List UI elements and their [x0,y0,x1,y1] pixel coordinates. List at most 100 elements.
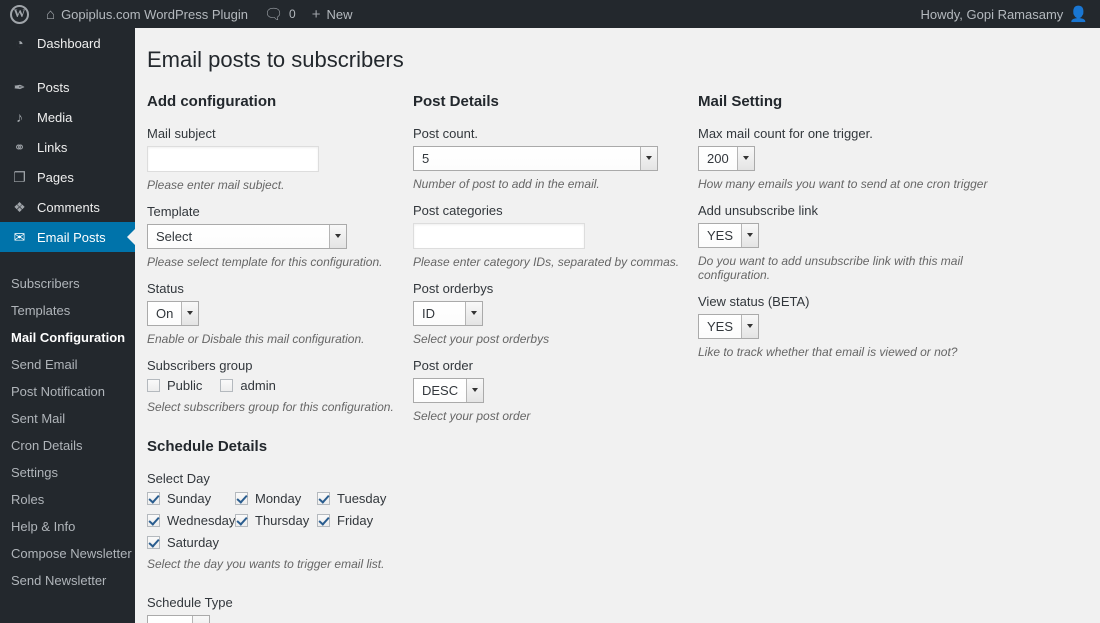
day-option-label: Saturday [167,534,220,550]
sidebar-subitem-post-notification[interactable]: Post Notification [0,378,135,405]
select-day-row: Saturday [147,535,407,550]
chevron-down-icon [741,314,759,338]
subscribers-group-option[interactable]: admin [220,378,276,393]
view-status-label: View status (BETA) [698,293,810,309]
subscribers-group-option-label: Public [167,377,203,393]
checkbox-icon[interactable] [317,491,330,505]
plus-icon: + [311,5,321,23]
wordpress-logo-button[interactable] [0,0,38,28]
subscribers-group-option[interactable]: Public [147,378,202,393]
select-day-description: Select the day you wants to trigger emai… [147,556,385,571]
sidebar-subitem-mail-configuration[interactable]: Mail Configuration [0,324,135,351]
day-option-label: Thursday [255,512,310,528]
post-categories-input[interactable] [413,222,585,249]
post-order-select[interactable]: DESC [413,377,485,403]
sidebar-main-menu: ◔ Dashboard ✒ Posts ♪ Media ⚭ Links ❐ Pages ❖ Comme… [0,28,135,252]
schedule-type-select-value: Cron [148,615,193,623]
post-categories-label: Post categories [413,202,503,218]
checkbox-icon[interactable] [147,535,160,549]
home-icon: ⌂ [46,5,56,23]
sidebar-item-links[interactable]: ⚭ Links [0,132,135,162]
day-option-label: Monday [255,490,302,506]
new-content-button[interactable]: + New [304,0,361,28]
schedule-type-label: Schedule Type [147,594,233,610]
sidebar-subitem-templates[interactable]: Templates [0,297,135,324]
checkbox-icon[interactable] [317,513,330,527]
status-select[interactable]: On [147,300,200,326]
comments-button[interactable]: 🗨 0 [256,0,304,28]
page-icon: ❐ [13,169,26,185]
day-option-label: Sunday [167,490,212,506]
mail-subject-label: Mail subject [147,125,216,141]
day-option-wednesday[interactable]: Wednesday [147,513,235,528]
sidebar-submenu: Subscribers Templates Mail Configuration Se… [0,265,135,602]
page-title: Email posts to subscribers [147,47,404,72]
max-mail-count-description: How many emails you want to send at one … [698,176,988,191]
day-option-saturday[interactable]: Saturday [147,535,235,550]
add-unsubscribe-select[interactable]: YES [698,222,760,248]
max-mail-count-select[interactable]: 200 [698,145,755,171]
sidebar-item-label: Media [37,109,73,125]
sidebar-subitem-send-email[interactable]: Send Email [0,351,135,378]
sidebar-item-pages[interactable]: ❐ Pages [0,162,135,192]
howdy-label: Howdy, Gopi Ramasamy [920,6,1064,22]
sidebar-item-posts[interactable]: ✒ Posts [0,72,135,102]
sidebar-subitem-settings[interactable]: Settings [0,459,135,486]
day-option-sunday[interactable]: Sunday [147,491,235,506]
sidebar-subitem-cron-details[interactable]: Cron Details [0,432,135,459]
day-option-monday[interactable]: Monday [235,491,317,506]
max-mail-count-select-value: 200 [699,146,737,170]
sidebar-subitem-help-info[interactable]: Help & Info [0,513,135,540]
sidebar-subitem-subscribers[interactable]: Subscribers [0,270,135,297]
chevron-down-icon [741,223,759,247]
sidebar-item-email-posts[interactable]: ✉ Email Posts [0,222,135,252]
status-description: Enable or Disbale this mail configuratio… [147,331,365,346]
sidebar-subitem-send-newsletter[interactable]: Send Newsletter [0,567,135,594]
user-avatar-icon: 👤 [1069,5,1088,23]
post-count-select[interactable]: 5 [413,145,658,171]
mail-subject-description: Please enter mail subject. [147,177,285,192]
mail-subject-input[interactable] [147,145,319,172]
sidebar-item-comments[interactable]: ❖ Comments [0,192,135,222]
column-post-details: Post Details Post count. 5 Number of pos… [413,93,688,435]
sidebar-subitem-compose-newsletter[interactable]: Compose Newsletter [0,540,135,567]
post-count-select-value: 5 [414,146,640,170]
checkbox-icon[interactable] [220,378,234,392]
sidebar-subitem-sent-mail[interactable]: Sent Mail [0,405,135,432]
sidebar-item-label: Pages [37,169,74,185]
day-option-tuesday[interactable]: Tuesday [317,491,386,506]
day-option-friday[interactable]: Friday [317,513,373,528]
day-option-thursday[interactable]: Thursday [235,513,317,528]
admin-bar: ⌂ Gopiplus.com WordPress Plugin 🗨 0 + Ne… [0,0,1100,28]
checkbox-icon[interactable] [147,513,160,527]
post-orderbys-description: Select your post orderbys [413,331,550,346]
mail-setting-heading: Mail Setting [698,92,783,110]
admin-sidebar: ◔ Dashboard ✒ Posts ♪ Media ⚭ Links ❐ Pages ❖ Comme… [0,28,135,623]
site-name-button[interactable]: ⌂ Gopiplus.com WordPress Plugin [38,0,256,28]
checkbox-icon[interactable] [235,491,248,505]
account-menu[interactable]: Howdy, Gopi Ramasamy 👤 [913,0,1100,28]
sidebar-item-media[interactable]: ♪ Media [0,102,135,132]
sidebar-item-dashboard[interactable]: ◔ Dashboard [0,28,135,58]
sidebar-subitem-roles[interactable]: Roles [0,486,135,513]
chevron-down-icon [466,378,484,402]
post-orderbys-select[interactable]: ID [413,300,483,326]
sidebar-item-label: Links [37,139,68,155]
template-select-value: Select [148,224,329,248]
sidebar-item-label: Dashboard [37,35,101,51]
day-option-label: Wednesday [167,512,236,528]
view-status-select[interactable]: YES [698,313,760,339]
media-icon: ♪ [16,109,23,125]
checkbox-icon[interactable] [147,378,160,392]
column-mail-setting: Mail Setting Max mail count for one trig… [698,93,1028,371]
chevron-down-icon [329,224,346,248]
schedule-type-select[interactable]: Cron [147,614,211,623]
checkbox-icon[interactable] [147,491,160,505]
chevron-down-icon [640,146,657,170]
template-select[interactable]: Select [147,223,347,249]
sidebar-divider [0,58,135,72]
subscribers-group-options: Public admin [147,378,407,393]
status-select-value: On [148,301,182,325]
checkbox-icon[interactable] [235,513,248,527]
content-area: Email posts to subscribers Add configura… [135,28,1100,623]
